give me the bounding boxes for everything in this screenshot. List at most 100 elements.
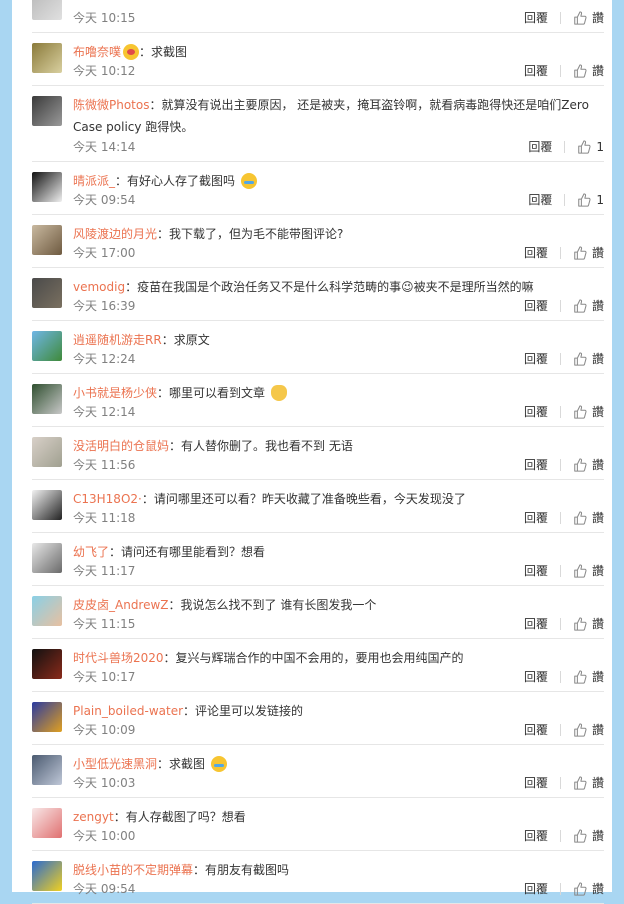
reply-button[interactable]: 回覆 [524,9,548,26]
username-link[interactable]: 小型低光速黑洞 [73,757,157,771]
action-divider [559,405,561,418]
like-button[interactable]: 讚 [573,403,604,420]
thumbs-up-icon [574,775,587,790]
thumbs-up-icon [574,563,587,578]
comment-actions: 回覆 讚 [524,562,604,579]
username-link[interactable]: vemodig [73,280,125,294]
comment-text: ：疫苗在我国是个政治任务又不是什么科学范畴的事😉被夹不是理所当然的嘛 [125,280,534,294]
comment-time: 今天 11:56 [73,458,136,472]
comment-content: vemodig：疫苗在我国是个政治任务又不是什么科学范畴的事😉被夹不是理所当然的… [73,276,604,298]
avatar[interactable] [32,543,62,573]
comment-content: 幼飞了：请问还有哪里能看到？想看 [73,541,604,563]
username-link[interactable]: 逍遥随机游走RR [73,333,162,347]
reply-button[interactable]: 回覆 [524,721,548,738]
like-button[interactable]: 讚 [573,615,604,632]
comment-actions: 回覆 讚 [524,456,604,473]
avatar[interactable] [32,225,62,255]
like-button[interactable]: 讚 [573,350,604,367]
avatar[interactable] [32,596,62,626]
like-button[interactable]: 讚 [573,9,604,26]
reply-button[interactable]: 回覆 [524,509,548,526]
reply-button[interactable]: 回覆 [524,244,548,261]
reply-button[interactable]: 回覆 [528,191,552,208]
thumbs-up-icon [578,192,591,207]
avatar[interactable] [32,43,62,73]
reply-button[interactable]: 回覆 [528,138,552,155]
action-divider [564,140,566,153]
avatar[interactable] [32,490,62,520]
avatar[interactable] [32,278,62,308]
like-button[interactable]: 讚 [573,509,604,526]
like-button[interactable]: 讚 [573,244,604,261]
reply-button[interactable]: 回覆 [524,297,548,314]
reply-button[interactable]: 回覆 [524,62,548,79]
username-link[interactable]: 晴派派_ [73,174,115,188]
reply-button[interactable]: 回覆 [524,668,548,685]
reply-button[interactable]: 回覆 [524,827,548,844]
reply-button[interactable]: 回覆 [524,615,548,632]
comment-item: 幼飞了：请问还有哪里能看到？想看 今天 11:17 回覆 讚 [32,533,604,586]
like-count: 讚 [591,882,604,896]
reply-button[interactable]: 回覆 [524,880,548,897]
like-button[interactable]: 1 [577,193,604,207]
username-link[interactable]: 小书就是杨少侠 [73,386,157,400]
username-link[interactable]: 陈微微Photos [73,98,149,112]
username-link[interactable]: 脱线小苗的不定期弹幕 [73,863,193,877]
comment-content: 布噜奈噗 ：求截图 [73,41,604,63]
like-button[interactable]: 讚 [573,62,604,79]
comment-time: 今天 11:15 [73,617,136,631]
avatar[interactable] [32,0,62,20]
reply-button[interactable]: 回覆 [524,774,548,791]
like-button[interactable]: 1 [577,140,604,154]
comment-item: 陈微微Photos：就算没有说出主要原因， 还是被夹，掩耳盗铃啊，就看病毒跑得快… [32,86,604,162]
comment-text: ：有好心人存了截图吗 [115,174,236,188]
like-button[interactable]: 讚 [573,827,604,844]
username-link[interactable]: zengyt [73,810,114,824]
comment-text: ：求原文 [161,333,210,347]
reply-button[interactable]: 回覆 [524,403,548,420]
username-link[interactable]: C13H18O2· [73,492,142,506]
like-count: 讚 [591,670,604,684]
like-button[interactable]: 讚 [573,668,604,685]
username-link[interactable]: Plain_boiled-water [73,704,183,718]
comment-time: 今天 14:14 [73,140,136,154]
comment-text: ：求截图 [157,757,206,771]
avatar[interactable] [32,331,62,361]
username-link[interactable]: 幼飞了 [73,545,109,559]
reply-button[interactable]: 回覆 [524,562,548,579]
like-button[interactable]: 讚 [573,297,604,314]
avatar[interactable] [32,702,62,732]
like-button[interactable]: 讚 [573,456,604,473]
comment-text: ：请问哪里还可以看？昨天收藏了准备晚些看，今天发现没了 [141,492,466,506]
comment-text: ：求截图 [139,45,188,59]
reply-button[interactable]: 回覆 [524,456,548,473]
username-link[interactable]: 皮皮卤_AndrewZ [73,598,169,612]
reply-button[interactable]: 回覆 [524,350,548,367]
username-link[interactable]: 时代斗兽场2020 [73,651,164,665]
like-count: 讚 [591,11,604,25]
comment-time: 今天 09:54 [73,882,136,896]
thumbs-up-icon [574,10,587,25]
avatar[interactable] [32,437,62,467]
comment-content: 小书就是杨少侠：哪里可以看到文章 [73,382,604,404]
like-button[interactable]: 讚 [573,774,604,791]
like-button[interactable]: 讚 [573,562,604,579]
username-link[interactable]: 风陵渡边的月光 [73,227,157,241]
avatar[interactable] [32,755,62,785]
avatar[interactable] [32,808,62,838]
like-button[interactable]: 讚 [573,721,604,738]
like-count: 讚 [591,829,604,843]
avatar[interactable] [32,649,62,679]
like-button[interactable]: 讚 [573,880,604,897]
avatar[interactable] [32,172,62,202]
username-link[interactable]: 没活明白的仓鼠妈 [73,439,169,453]
action-divider [559,723,561,736]
avatar[interactable] [32,861,62,891]
username-link[interactable]: 布噜奈噗 [73,45,121,59]
comment-time: 今天 09:54 [73,193,136,207]
avatar[interactable] [32,384,62,414]
avatar[interactable] [32,96,62,126]
action-divider [559,617,561,630]
action-divider [559,564,561,577]
action-divider [559,11,561,24]
